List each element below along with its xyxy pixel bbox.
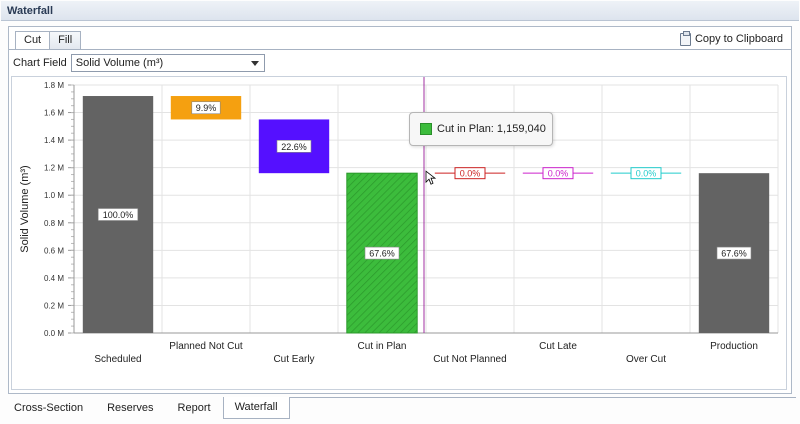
tab-report[interactable]: Report (166, 397, 223, 417)
y-tick-label: 1.2 M (44, 164, 64, 173)
y-tick-label: 0.0 M (44, 329, 64, 338)
x-category-label: Over Cut (626, 354, 666, 365)
tab-fill[interactable]: Fill (49, 31, 82, 49)
y-tick-label: 1.6 M (44, 109, 64, 118)
y-tick-label: 1.0 M (44, 191, 64, 200)
bar-label: 0.0% (636, 169, 657, 179)
bar-label: 0.0% (548, 169, 569, 179)
x-category-label: Cut in Plan (358, 341, 407, 352)
panel-title: Waterfall (1, 1, 799, 21)
y-tick-label: 0.2 M (44, 301, 64, 310)
tooltip-text: Cut in Plan: 1,159,040 (437, 123, 546, 135)
bottom-tabs-divider (260, 397, 796, 398)
y-tick-label: 1.8 M (44, 81, 64, 90)
tab-cut[interactable]: Cut (15, 31, 51, 50)
chart-tabstrip: Cut Fill (15, 31, 82, 50)
chart-field-label: Chart Field (13, 57, 67, 69)
waterfall-content: Cut Fill Copy to Clipboard Chart Field S… (8, 26, 792, 394)
waterfall-panel: Waterfall Cut Fill Copy to Clipboard Cha… (0, 0, 800, 424)
tab-waterfall[interactable]: Waterfall (222, 397, 290, 419)
chart-field-value: Solid Volume (m³) (75, 57, 164, 69)
tab-body: Chart Field Solid Volume (m³) 0.0 M 0.2 M… (9, 49, 791, 393)
bar-label: 22.6% (281, 142, 307, 152)
bar-label: 100.0% (103, 210, 134, 220)
waterfall-chart[interactable]: 0.0 M 0.2 M 0.4 M 0.6 M 0.8 M 1.0 M 1.2 M 1.4 M… (11, 76, 787, 390)
x-category-label: Production (710, 341, 758, 352)
y-axis-label: Solid Volume (m³) (19, 165, 31, 252)
y-tick-label: 0.4 M (44, 274, 64, 283)
mouse-pointer-icon (425, 170, 437, 185)
y-tick-label: 0.8 M (44, 219, 64, 228)
y-tick-label: 1.4 M (44, 136, 64, 145)
bar-label: 9.9% (196, 103, 217, 113)
x-category-label: Cut Late (539, 341, 577, 352)
chart-svg: 0.0 M 0.2 M 0.4 M 0.6 M 0.8 M 1.0 M 1.2 M 1.4 M… (19, 77, 779, 365)
tab-cross-section[interactable]: Cross-Section (2, 397, 95, 417)
x-category-label: Scheduled (94, 354, 141, 365)
x-category-label: Cut Not Planned (433, 354, 506, 365)
copy-to-clipboard-button[interactable]: Copy to Clipboard (679, 30, 783, 47)
chevron-down-icon (250, 61, 259, 66)
bar-label: 0.0% (460, 169, 481, 179)
bar-label: 67.6% (721, 249, 747, 259)
x-category-label: Planned Not Cut (169, 341, 243, 352)
clipboard-icon (679, 30, 691, 46)
copy-label: Copy to Clipboard (694, 33, 783, 45)
bar-label: 67.6% (369, 249, 395, 259)
bottom-tabstrip: Cross-Section Reserves Report Waterfall (2, 397, 290, 419)
y-tick-label: 0.6 M (44, 246, 64, 255)
chart-tooltip: Cut in Plan: 1,159,040 (409, 112, 553, 146)
chart-field-row: Chart Field Solid Volume (m³) (13, 54, 265, 72)
chart-field-select[interactable]: Solid Volume (m³) (70, 54, 265, 72)
tab-reserves[interactable]: Reserves (95, 397, 165, 417)
tooltip-swatch (420, 123, 432, 135)
x-category-label: Cut Early (273, 354, 314, 365)
